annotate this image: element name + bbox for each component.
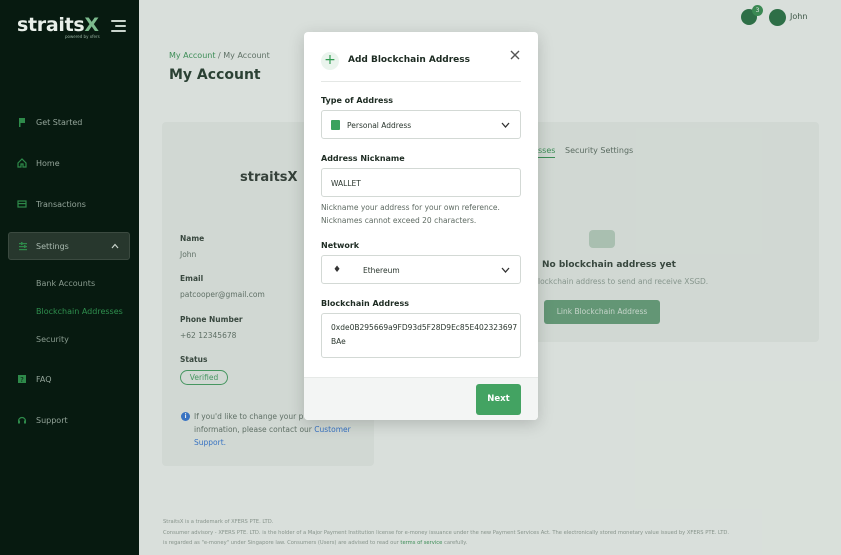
sidebar-item-label: FAQ bbox=[36, 374, 52, 384]
type-of-address-select[interactable]: Personal Address bbox=[321, 110, 521, 139]
sidebar-item-label: Settings bbox=[36, 241, 69, 251]
chevron-up-icon[interactable] bbox=[111, 242, 119, 250]
network-label: Network bbox=[321, 241, 360, 250]
close-icon[interactable] bbox=[509, 49, 521, 61]
helper-line-1: Nickname your address for your own refer… bbox=[321, 203, 500, 212]
add-blockchain-address-modal: + Add Blockchain Address Type of Address… bbox=[304, 32, 538, 420]
network-value: Ethereum bbox=[363, 266, 400, 275]
address-nickname-value: WALLET bbox=[331, 179, 361, 188]
plus-icon: + bbox=[321, 52, 339, 70]
transactions-icon bbox=[17, 200, 27, 208]
blockchain-address-line-2: BAe bbox=[331, 337, 346, 346]
type-of-address-label: Type of Address bbox=[321, 96, 393, 105]
sidebar-item-transactions[interactable]: Transactions bbox=[0, 192, 139, 216]
sidebar-item-home[interactable]: Home bbox=[0, 151, 139, 175]
blockchain-address-label: Blockchain Address bbox=[321, 299, 409, 308]
headset-icon bbox=[17, 416, 27, 424]
address-nickname-input[interactable]: WALLET bbox=[321, 168, 521, 197]
flag-icon bbox=[19, 118, 25, 127]
sidebar-item-label: Get Started bbox=[36, 117, 83, 127]
chevron-down-icon bbox=[501, 267, 510, 273]
sidebar-item-label: Support bbox=[36, 415, 68, 425]
modal-header: + Add Blockchain Address bbox=[321, 50, 521, 82]
sidebar-subitem-blockchain-addresses[interactable]: Blockchain Addresses bbox=[36, 307, 123, 316]
sidebar-item-support[interactable]: Support bbox=[0, 408, 139, 432]
sidebar: straitsX powered by xfers Get Started Ho… bbox=[0, 0, 139, 555]
sidebar-item-settings[interactable]: Settings bbox=[8, 232, 130, 260]
type-of-address-value: Personal Address bbox=[347, 121, 412, 130]
sidebar-item-faq[interactable]: ? FAQ bbox=[0, 367, 139, 391]
blockchain-address-textarea[interactable]: 0xde0B295669a9FD93d5F28D9Ec85E402323697 … bbox=[321, 313, 521, 358]
faq-icon: ? bbox=[18, 375, 26, 384]
svg-text:?: ? bbox=[20, 376, 24, 384]
brand-subtitle: powered by xfers bbox=[65, 34, 100, 39]
settings-icon bbox=[19, 242, 27, 251]
network-select[interactable]: ♦ Ethereum bbox=[321, 255, 521, 284]
wallet-icon bbox=[331, 120, 340, 130]
sidebar-item-label: Home bbox=[36, 158, 60, 168]
ethereum-icon: ♦ bbox=[333, 265, 342, 275]
brand-name: straits bbox=[17, 14, 85, 36]
chevron-down-icon bbox=[501, 122, 510, 128]
helper-line-2: Nicknames cannot exceed 20 characters. bbox=[321, 215, 477, 225]
next-button[interactable]: Next bbox=[476, 384, 521, 415]
sidebar-subitem-security[interactable]: Security bbox=[36, 335, 69, 344]
sidebar-item-label: Transactions bbox=[36, 199, 86, 209]
brand-x: X bbox=[84, 14, 99, 36]
sidebar-subitem-bank-accounts[interactable]: Bank Accounts bbox=[36, 279, 95, 288]
home-icon bbox=[17, 158, 27, 168]
modal-title: Add Blockchain Address bbox=[348, 55, 470, 65]
sidebar-item-get-started[interactable]: Get Started bbox=[0, 110, 139, 134]
address-nickname-label: Address Nickname bbox=[321, 154, 405, 163]
blockchain-address-line-1: 0xde0B295669a9FD93d5F28D9Ec85E402323697 bbox=[331, 323, 518, 332]
hamburger-menu-icon[interactable] bbox=[111, 20, 126, 32]
nickname-helper-text: Nickname your address for your own refer… bbox=[321, 202, 521, 227]
brand-logo[interactable]: straitsX bbox=[17, 14, 99, 36]
